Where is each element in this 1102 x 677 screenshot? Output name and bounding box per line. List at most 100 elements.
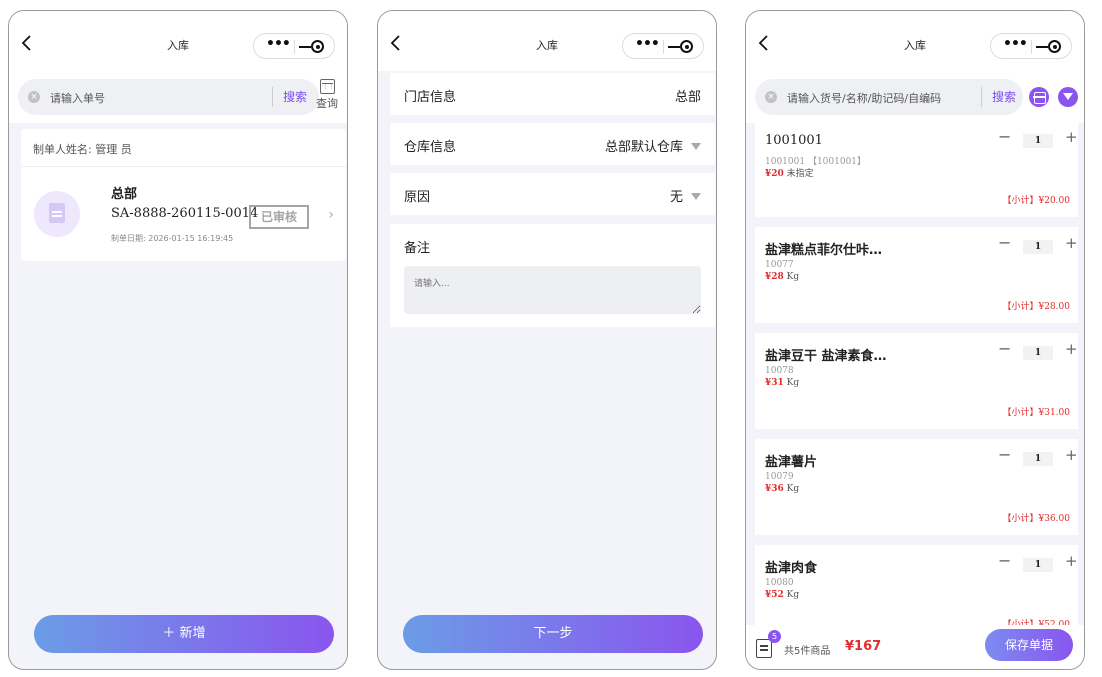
- reason-label: 原因: [404, 190, 431, 205]
- capsule-divider: [663, 40, 664, 54]
- store-info-row[interactable]: 门店信息 总部: [390, 73, 715, 115]
- query-button[interactable]: 查询: [315, 79, 339, 111]
- chevron-right-icon[interactable]: ›: [328, 207, 334, 223]
- record-card[interactable]: 制单人姓名: 管理 员 总部 SA-8888-260115-0014 制单日期:…: [21, 129, 346, 261]
- search-placeholder: 请输入单号: [50, 92, 105, 105]
- product-code: 10080: [765, 578, 794, 588]
- maker-name: 制单人姓名: 管理 员: [21, 129, 346, 167]
- warehouse-value: 总部默认仓库: [604, 140, 683, 155]
- search-button[interactable]: 搜索: [272, 87, 307, 107]
- remark-label: 备注: [404, 241, 431, 256]
- decrease-button[interactable]: −: [998, 233, 1011, 252]
- more-dots-icon[interactable]: •••: [1003, 36, 1028, 52]
- product-price: ¥31 Kg: [765, 378, 799, 388]
- search-bar: × 请输入单号 搜索 查询: [9, 71, 347, 123]
- next-step-button[interactable]: 下一步: [403, 615, 703, 653]
- increase-button[interactable]: +: [1065, 128, 1078, 146]
- product-unit: Kg: [786, 484, 800, 494]
- list-icon[interactable]: [756, 639, 772, 658]
- query-label: 查询: [316, 97, 338, 110]
- product-unit: Kg: [786, 378, 800, 388]
- product-subtotal: 【小计】¥31.00: [1002, 408, 1071, 418]
- product-subtotal: 【小计】¥36.00: [1002, 514, 1071, 524]
- calendar-icon: [319, 79, 335, 94]
- product-name: 盐津肉食: [765, 561, 818, 576]
- search-placeholder: 请输入货号/名称/助记码/自编码: [787, 92, 942, 105]
- product-unit: 未指定: [786, 169, 814, 179]
- cart-badge: 5: [768, 630, 781, 643]
- record-date: 制单日期: 2026-01-15 16:19:45: [111, 234, 234, 243]
- minimize-icon[interactable]: [299, 46, 311, 48]
- mini-program-capsule: •••: [253, 33, 335, 59]
- product-code: 10077: [765, 260, 794, 270]
- product-item[interactable]: 盐津糕点菲尔仕咔… 10077 ¥28 Kg − 1 + 【小计】¥28.00: [755, 227, 1078, 323]
- product-price: ¥28 Kg: [765, 272, 799, 282]
- quantity-field[interactable]: 1: [1023, 346, 1053, 360]
- increase-button[interactable]: +: [1065, 552, 1078, 570]
- close-target-icon[interactable]: [680, 40, 693, 53]
- add-button[interactable]: ＋ 新增: [34, 615, 334, 653]
- decrease-button[interactable]: −: [998, 445, 1011, 464]
- search-input[interactable]: × 请输入单号 搜索: [18, 79, 319, 115]
- price-value: ¥36: [765, 484, 784, 494]
- warehouse-select[interactable]: 仓库信息 总部默认仓库: [390, 123, 715, 165]
- product-item[interactable]: 1001001 1001001 【1001001】 ¥20 未指定 − 1 + …: [755, 121, 1078, 217]
- reason-select[interactable]: 原因 无: [390, 173, 715, 215]
- remark-input[interactable]: [404, 266, 701, 314]
- filter-icon[interactable]: [1058, 87, 1078, 107]
- product-price: ¥20 未指定: [765, 166, 814, 179]
- save-button[interactable]: 保存单据: [985, 629, 1073, 661]
- product-name: 盐津薯片: [765, 455, 818, 470]
- product-item[interactable]: 盐津豆干 盐津素食… 10078 ¥31 Kg − 1 + 【小计】¥31.00: [755, 333, 1078, 429]
- search-bar: × 请输入货号/名称/助记码/自编码 搜索: [746, 71, 1084, 123]
- more-dots-icon[interactable]: •••: [266, 36, 291, 52]
- product-name: 1001001: [765, 133, 823, 148]
- increase-button[interactable]: +: [1065, 340, 1078, 358]
- increase-button[interactable]: +: [1065, 234, 1078, 252]
- status-stamp: 已审核: [249, 205, 309, 229]
- decrease-button[interactable]: −: [998, 551, 1011, 570]
- price-value: ¥52: [765, 590, 784, 600]
- close-target-icon[interactable]: [311, 40, 324, 53]
- minimize-icon[interactable]: [668, 46, 680, 48]
- product-name: 盐津豆干 盐津素食…: [765, 349, 887, 364]
- capsule-divider: [294, 40, 295, 54]
- price-value: ¥20: [765, 169, 784, 179]
- warehouse-label: 仓库信息: [404, 140, 457, 155]
- product-item[interactable]: 盐津薯片 10079 ¥36 Kg − 1 + 【小计】¥36.00: [755, 439, 1078, 535]
- cart-count: 共5件商品: [784, 646, 831, 657]
- document-icon: [49, 203, 65, 223]
- phone-screen-list: 入库 ••• × 请输入单号 搜索 查询 制单人姓名: 管理 员 总部 SA-8…: [8, 10, 348, 670]
- quantity-field[interactable]: 1: [1023, 558, 1053, 572]
- product-subtotal: 【小计】¥20.00: [1002, 196, 1071, 206]
- remark-section: 备注: [390, 224, 715, 327]
- search-button[interactable]: 搜索: [981, 87, 1016, 107]
- more-dots-icon[interactable]: •••: [635, 36, 660, 52]
- phone-screen-products: 入库 ••• × 请输入货号/名称/助记码/自编码 搜索 1001001 100…: [745, 10, 1085, 670]
- navbar: 入库 •••: [378, 11, 716, 71]
- minimize-icon[interactable]: [1036, 46, 1048, 48]
- decrease-button[interactable]: −: [998, 339, 1011, 358]
- warehouse-value-wrap: 总部默认仓库: [605, 136, 701, 155]
- mini-program-capsule: •••: [990, 33, 1072, 59]
- scan-icon[interactable]: [1029, 87, 1049, 107]
- product-unit: Kg: [786, 590, 800, 600]
- product-price: ¥36 Kg: [765, 484, 799, 494]
- store-label: 门店信息: [404, 90, 457, 105]
- product-subtotal: 【小计】¥28.00: [1002, 302, 1071, 312]
- mini-program-capsule: •••: [622, 33, 704, 59]
- increase-button[interactable]: +: [1065, 446, 1078, 464]
- decrease-button[interactable]: −: [998, 127, 1011, 146]
- clear-icon[interactable]: ×: [765, 91, 777, 103]
- product-code: 10078: [765, 366, 794, 376]
- clear-icon[interactable]: ×: [28, 91, 40, 103]
- cart-total: ¥167: [845, 639, 882, 654]
- search-input[interactable]: × 请输入货号/名称/助记码/自编码 搜索: [755, 79, 1023, 115]
- navbar: 入库 •••: [9, 11, 347, 71]
- close-target-icon[interactable]: [1048, 40, 1061, 53]
- product-name: 盐津糕点菲尔仕咔…: [765, 243, 883, 258]
- quantity-field[interactable]: 1: [1023, 240, 1053, 254]
- quantity-field[interactable]: 1: [1023, 452, 1053, 466]
- phone-screen-form: 入库 ••• 门店信息 总部 仓库信息 总部默认仓库 原因 无 备注 下一步: [377, 10, 717, 670]
- quantity-field[interactable]: 1: [1023, 134, 1053, 148]
